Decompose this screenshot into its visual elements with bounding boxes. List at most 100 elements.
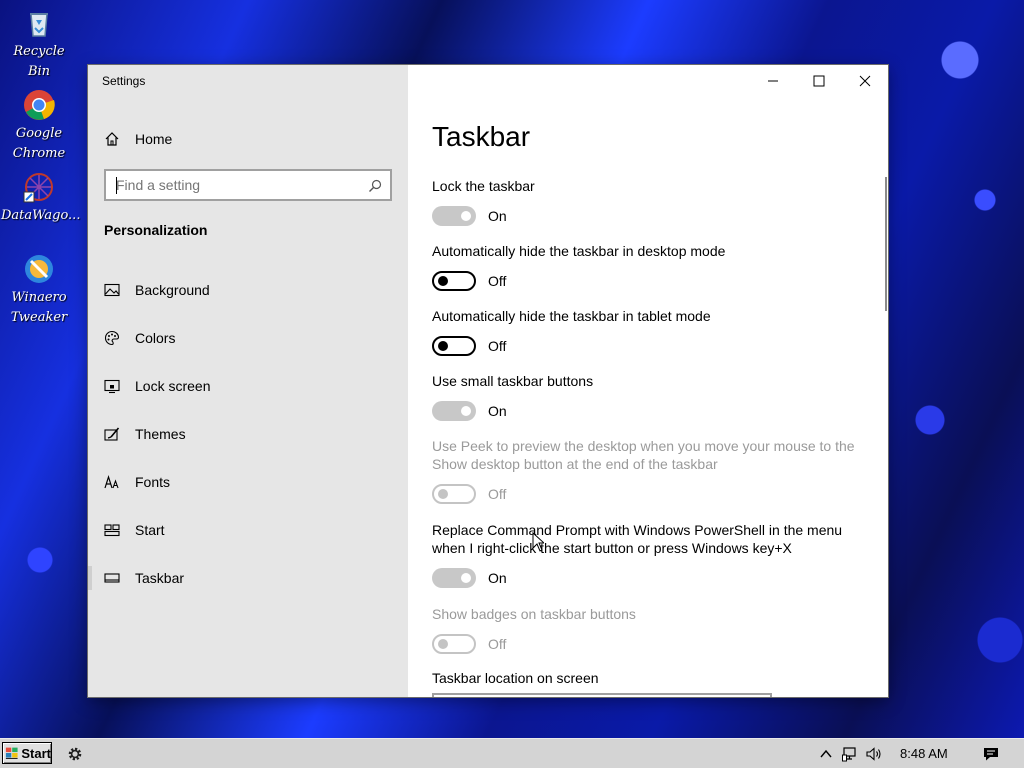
datawagon-icon	[22, 170, 56, 204]
search-input[interactable]	[116, 177, 356, 193]
taskbar-icon	[104, 573, 120, 583]
toggle-state: Off	[488, 636, 507, 652]
close-icon	[859, 75, 871, 87]
windows-flag-icon	[5, 747, 18, 759]
sidebar-item-label: Background	[135, 282, 210, 298]
nav-home-label: Home	[135, 131, 173, 147]
themes-icon	[104, 427, 120, 441]
minimize-icon	[768, 80, 778, 82]
sidebar-item-lock-screen[interactable]: Lock screen	[104, 374, 394, 398]
notification-icon[interactable]	[983, 746, 999, 762]
sidebar-item-colors[interactable]: Colors	[104, 326, 394, 350]
taskbar-clock[interactable]: 8:48 AM	[900, 746, 948, 761]
palette-icon	[104, 330, 120, 346]
content-pane: Taskbar Lock the taskbar On Automaticall…	[408, 65, 888, 697]
minimize-button[interactable]	[750, 65, 796, 97]
setting-peek: Use Peek to preview the desktop when you…	[432, 437, 872, 504]
setting-label: Use small taskbar buttons	[432, 373, 594, 389]
setting-label: Automatically hide the taskbar in tablet…	[432, 308, 711, 324]
desktop-icon-google-chrome[interactable]: Google Chrome	[1, 88, 77, 164]
setting-label-line1: Use Peek to preview the desktop when you…	[432, 438, 855, 454]
desktop-icon-label: DataWago...	[1, 208, 81, 223]
setting-label-line1: Replace Command Prompt with Windows Powe…	[432, 522, 843, 538]
setting-autohide-desktop: Automatically hide the taskbar in deskto…	[432, 242, 872, 291]
setting-small-buttons: Use small taskbar buttons On	[432, 372, 872, 421]
toggle-state: On	[488, 403, 507, 419]
lock-screen-icon	[104, 379, 120, 394]
toggle-autohide-tablet[interactable]	[432, 336, 476, 356]
toggle-knob	[438, 489, 448, 499]
sidebar: Settings Home Personalization Background…	[88, 65, 408, 697]
desktop-icon-recycle-bin[interactable]: Recycle Bin	[1, 6, 77, 82]
search-box[interactable]	[104, 169, 392, 201]
toggle-autohide-desktop[interactable]	[432, 271, 476, 291]
toggle-badges[interactable]	[432, 634, 476, 654]
setting-powershell: Replace Command Prompt with Windows Powe…	[432, 521, 872, 588]
taskbar-location-dropdown[interactable]	[432, 693, 772, 697]
desktop-icon-label: Google Chrome	[12, 126, 66, 161]
chrome-icon	[22, 88, 56, 122]
search-icon[interactable]	[368, 179, 382, 193]
setting-taskbar-location: Taskbar location on screen	[432, 669, 872, 687]
sidebar-item-label: Taskbar	[135, 570, 185, 586]
setting-label-line2: Show desktop button at the end of the ta…	[432, 456, 718, 472]
sidebar-item-label: Fonts	[135, 474, 171, 490]
close-button[interactable]	[842, 65, 888, 97]
maximize-button[interactable]	[796, 65, 842, 97]
sidebar-item-label: Lock screen	[135, 378, 211, 394]
winaero-tweaker-icon	[22, 252, 56, 286]
start-icon	[104, 524, 120, 537]
toggle-knob	[461, 211, 471, 221]
sidebar-item-start[interactable]: Start	[104, 518, 394, 542]
toggle-peek[interactable]	[432, 484, 476, 504]
toggle-knob	[438, 341, 448, 351]
setting-autohide-tablet: Automatically hide the taskbar in tablet…	[432, 307, 872, 356]
toggle-knob	[461, 406, 471, 416]
toggle-state: On	[488, 570, 507, 586]
setting-badges: Show badges on taskbar buttons Off	[432, 605, 872, 654]
network-icon[interactable]	[842, 746, 858, 762]
toggle-knob	[438, 639, 448, 649]
volume-icon[interactable]	[866, 746, 882, 762]
toggle-small-buttons[interactable]	[432, 401, 476, 421]
text-caret	[116, 177, 117, 194]
sidebar-item-label: Start	[135, 522, 165, 538]
background-icon	[104, 283, 120, 297]
toggle-state: Off	[488, 338, 507, 354]
sidebar-item-taskbar[interactable]: Taskbar	[88, 566, 394, 590]
window-title: Settings	[102, 74, 146, 88]
start-button[interactable]: Start	[2, 742, 52, 764]
setting-label-line2: when I right-click the start button or p…	[432, 540, 792, 556]
nav-home[interactable]: Home	[104, 128, 172, 150]
mouse-pointer-icon	[532, 532, 544, 552]
start-label: Start	[21, 745, 51, 761]
desktop-icon-winaero-tweaker[interactable]: Winaero Tweaker	[1, 252, 77, 328]
desktop-icon-label: Recycle Bin	[13, 44, 65, 79]
taskbar: Start 8:48 AM	[0, 738, 1024, 768]
setting-label: Show badges on taskbar buttons	[432, 606, 636, 622]
sidebar-item-themes[interactable]: Themes	[104, 422, 394, 446]
toggle-state: Off	[488, 486, 507, 502]
toggle-knob	[461, 573, 471, 583]
home-icon	[105, 132, 119, 146]
setting-label: Automatically hide the taskbar in deskto…	[432, 243, 726, 259]
scrollbar-thumb[interactable]	[885, 177, 887, 311]
sidebar-item-label: Colors	[135, 330, 176, 346]
toggle-state: On	[488, 208, 507, 224]
toggle-knob	[438, 276, 448, 286]
setting-lock-taskbar: Lock the taskbar On	[432, 177, 872, 226]
sidebar-item-background[interactable]: Background	[104, 278, 394, 302]
setting-label: Lock the taskbar	[432, 178, 535, 194]
desktop-icon-datawagon[interactable]: DataWago...	[1, 170, 81, 226]
settings-window: Settings Home Personalization Background…	[88, 65, 888, 697]
sidebar-item-fonts[interactable]: Fonts	[104, 470, 394, 494]
setting-label: Taskbar location on screen	[432, 670, 599, 686]
page-title: Taskbar	[432, 121, 531, 152]
chevron-up-icon[interactable]	[818, 746, 834, 762]
recycle-bin-icon	[22, 6, 56, 40]
maximize-icon	[813, 75, 825, 87]
gear-icon[interactable]	[66, 745, 84, 763]
desktop-icon-label: Winaero Tweaker	[10, 290, 68, 325]
toggle-powershell[interactable]	[432, 568, 476, 588]
toggle-lock-taskbar[interactable]	[432, 206, 476, 226]
